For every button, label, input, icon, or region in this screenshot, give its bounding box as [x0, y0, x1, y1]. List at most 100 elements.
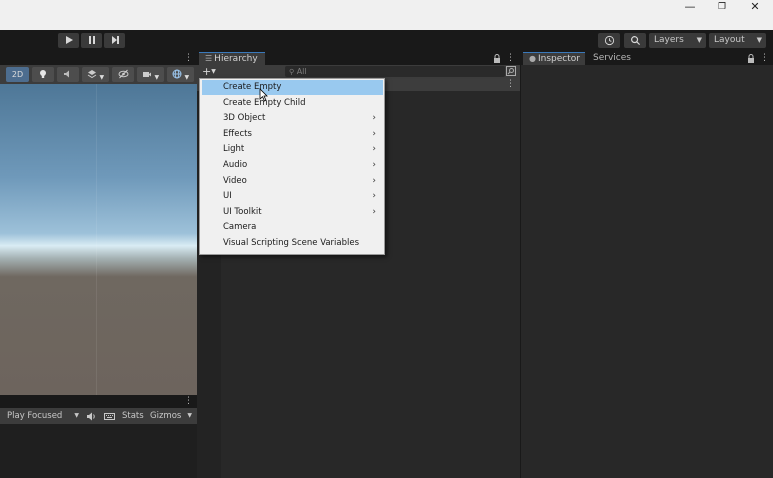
menu-item[interactable]: Create Empty — [202, 80, 383, 95]
restore-button[interactable]: ❐ — [706, 0, 738, 14]
menu-item[interactable]: Effects › — [202, 127, 383, 142]
chevron-right-icon: › — [372, 144, 376, 155]
layers-dropdown[interactable]: Layers ▼ — [649, 33, 706, 48]
scene-viewport[interactable] — [0, 84, 197, 395]
visibility-toggle[interactable] — [112, 67, 134, 82]
layers-icon — [87, 70, 97, 79]
dropdown-arrow-icon: ▼ — [696, 36, 702, 44]
play-icon — [65, 36, 73, 44]
menu-item[interactable]: Create Empty Child — [202, 96, 383, 111]
menu-item[interactable]: UI Toolkit › — [202, 205, 383, 220]
more-options-icon[interactable]: ⋮ — [506, 79, 515, 91]
menu-item-label: Camera — [223, 222, 257, 233]
tab-services[interactable]: Services — [587, 52, 645, 65]
search-icon: ⚲ — [289, 68, 295, 76]
more-options-icon[interactable]: ⋮ — [760, 52, 769, 65]
scene-toolbar: 2D ▼ ▼ ▼ — [0, 65, 197, 84]
menu-item-label: 3D Object — [223, 113, 266, 124]
speaker-icon — [64, 70, 69, 78]
menu-item-label: Visual Scripting Scene Variables — [223, 238, 360, 248]
add-button[interactable]: +▼ — [202, 65, 222, 79]
scene-tab-bar: ⋮ — [0, 52, 197, 65]
mouse-cursor-icon — [259, 88, 268, 102]
minimize-button[interactable]: — — [674, 0, 706, 14]
dropdown-arrow-icon: ▼ — [187, 412, 192, 419]
gizmo-dropdown[interactable]: ▼ — [167, 67, 194, 82]
hierarchy-toolbar: +▼ ⚲ All — [197, 65, 520, 79]
menu-item-label: Audio — [223, 160, 248, 170]
pause-icon — [88, 36, 95, 44]
globe-icon — [172, 69, 182, 79]
lock-icon[interactable] — [747, 52, 757, 65]
menu-item[interactable]: UI › — [202, 189, 383, 204]
effects-dropdown[interactable]: ▼ — [82, 67, 109, 82]
scene-panel: ⋮ 2D ▼ ▼ ▼ ⋮ Play Focused ▼ Stats Gizmos… — [0, 52, 197, 478]
menu-item-label: Light — [223, 144, 245, 155]
menu-item-label: UI Toolkit — [223, 206, 262, 217]
dropdown-arrow-icon: ▼ — [74, 412, 79, 419]
menu-item[interactable]: Light › — [202, 142, 383, 157]
tab-inspector[interactable]: ● Inspector — [523, 52, 585, 65]
main-toolbar: Layers ▼ Layout ▼ — [0, 30, 773, 52]
search-button[interactable] — [624, 33, 646, 48]
menu-item[interactable]: Video › — [202, 174, 383, 189]
title-bar: — ❐ ✕ — [0, 0, 773, 30]
create-context-menu: Create Empty Create Empty Child 3D Object ›… — [199, 78, 385, 255]
dropdown-arrow-icon: ▼ — [184, 74, 190, 81]
list-icon: ☰ — [205, 54, 213, 63]
menu-item-label: Video — [223, 175, 247, 186]
menu-item[interactable]: Camera — [202, 220, 383, 235]
speaker-icon — [87, 412, 95, 421]
tab-hierarchy-label: Hierarchy — [214, 54, 258, 64]
camera-dropdown[interactable]: ▼ — [137, 67, 164, 82]
tab-inspector-label: Inspector — [537, 54, 580, 64]
more-options-icon[interactable]: ⋮ — [184, 395, 193, 408]
hidden-eye-icon — [118, 69, 128, 79]
camera-icon — [142, 72, 151, 77]
more-options-icon[interactable]: ⋮ — [506, 52, 515, 65]
gizmos-dropdown[interactable]: Gizmos ▼ — [149, 409, 195, 423]
game-tab-bar: ⋮ — [0, 395, 197, 408]
lighting-toggle[interactable] — [32, 67, 54, 82]
add-icon: + — [202, 65, 212, 78]
dropdown-arrow-icon: ▼ — [99, 74, 105, 81]
step-icon — [111, 36, 119, 44]
chevron-right-icon: › — [372, 175, 376, 186]
menu-item[interactable]: 3D Object › — [202, 111, 383, 126]
close-button[interactable]: ✕ — [739, 0, 771, 14]
dropdown-arrow-icon: ▼ — [756, 36, 762, 44]
pause-button[interactable] — [81, 33, 102, 48]
menu-item[interactable]: Audio › — [202, 158, 383, 173]
search-placeholder: All — [296, 67, 307, 76]
audio-toggle[interactable] — [57, 67, 79, 82]
play-mode-label: Play Focused — [7, 411, 63, 421]
stats-button[interactable]: Stats — [122, 409, 146, 423]
play-button[interactable] — [58, 33, 79, 48]
menu-item-label: Effects — [223, 128, 252, 139]
history-icon — [604, 35, 614, 46]
keyboard-shortcuts-button[interactable] — [104, 409, 118, 423]
game-toolbar: Play Focused ▼ Stats Gizmos ▼ — [0, 408, 197, 424]
layout-dropdown[interactable]: Layout ▼ — [709, 33, 766, 48]
chevron-right-icon: › — [372, 113, 376, 124]
game-viewport[interactable] — [0, 424, 197, 478]
more-options-icon[interactable]: ⋮ — [184, 52, 193, 65]
chevron-right-icon: › — [372, 206, 376, 217]
info-icon: ● — [529, 54, 536, 63]
step-button[interactable] — [104, 33, 125, 48]
mute-audio-button[interactable] — [86, 409, 100, 423]
tab-hierarchy[interactable]: ☰ Hierarchy — [199, 52, 265, 65]
mode-2d-toggle[interactable]: 2D — [6, 67, 29, 82]
undo-history-button[interactable] — [598, 33, 620, 48]
scene-search-button[interactable] — [506, 66, 517, 77]
chevron-right-icon: › — [372, 160, 376, 170]
lightbulb-icon — [40, 70, 46, 78]
layers-label: Layers — [654, 35, 684, 45]
gizmos-label: Gizmos — [150, 411, 182, 421]
search-icon — [630, 36, 640, 46]
lock-icon[interactable] — [493, 52, 503, 65]
menu-item[interactable]: Visual Scripting Scene Variables — [202, 236, 383, 251]
search-input[interactable]: ⚲ All — [285, 66, 505, 77]
inspector-panel: ● Inspector Services ⋮ — [520, 52, 773, 478]
play-mode-dropdown[interactable]: Play Focused ▼ — [0, 409, 82, 423]
